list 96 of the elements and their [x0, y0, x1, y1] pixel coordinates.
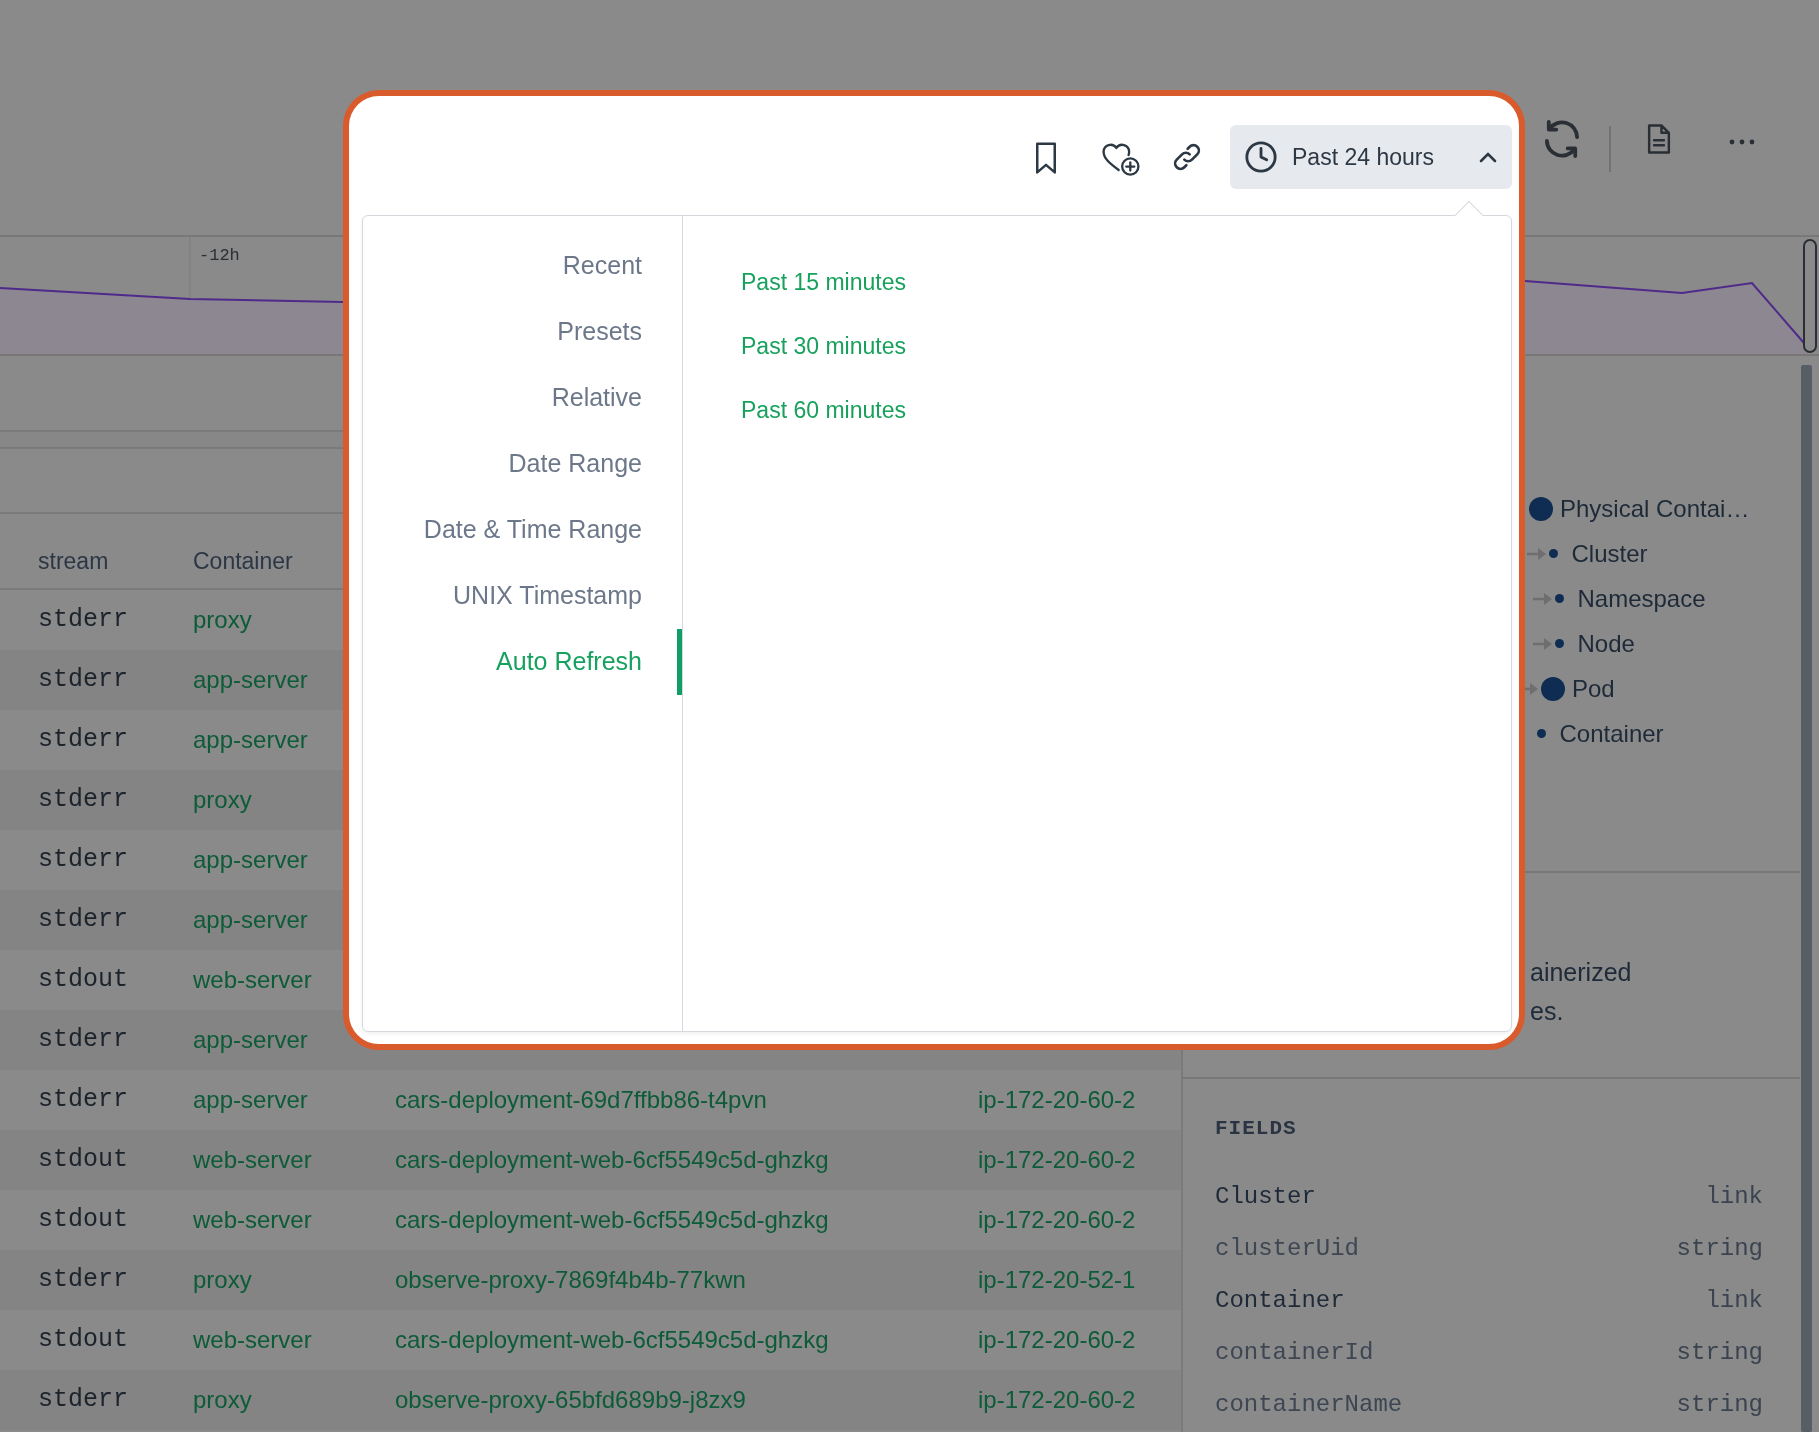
table-cell-link[interactable]: proxy: [193, 606, 252, 633]
table-cell: stderr: [38, 845, 128, 875]
field-name[interactable]: Container: [1215, 1282, 1345, 1319]
column-header[interactable]: Container: [193, 547, 293, 574]
table-cell: stderr: [38, 1025, 128, 1055]
table-cell-link[interactable]: web-server: [193, 1206, 312, 1233]
table-cell: stderr: [38, 605, 128, 635]
arrow-icon: [1532, 591, 1553, 606]
arrow-icon: [1532, 636, 1553, 651]
table-cell-link[interactable]: observe-proxy-65bfd689b9-j8zx9: [395, 1386, 746, 1413]
clock-icon: [1244, 140, 1278, 174]
table-cell-link[interactable]: app-server: [193, 1086, 308, 1113]
menu-category-tab[interactable]: Date Range: [363, 431, 682, 497]
more-button[interactable]: [1729, 138, 1755, 146]
time-option-link[interactable]: Past 30 minutes: [741, 314, 906, 378]
table-cell-link[interactable]: web-server: [193, 1326, 312, 1353]
table-cell-link[interactable]: app-server: [193, 726, 308, 753]
table-cell-link[interactable]: cars-deployment-69d7ffbb86-t4pvn: [395, 1086, 767, 1113]
field-name[interactable]: clusterUid: [1215, 1230, 1360, 1267]
table-cell-link[interactable]: app-server: [193, 1026, 308, 1053]
menu-category-tab[interactable]: Relative: [363, 365, 682, 431]
table-cell-link[interactable]: ip-172-20-60-2: [978, 1146, 1136, 1173]
menu-category-tab[interactable]: Date & Time Range: [363, 497, 682, 563]
table-cell-link[interactable]: proxy: [193, 1266, 252, 1293]
table-cell: stderr: [38, 665, 128, 695]
heart-plus-icon: [1101, 141, 1141, 177]
refresh-icon: [1545, 120, 1579, 158]
table-cell: stderr: [38, 905, 128, 935]
column-header[interactable]: stream: [38, 547, 109, 574]
table-cell-link[interactable]: proxy: [193, 786, 252, 813]
table-cell-link[interactable]: ip-172-20-60-2: [978, 1206, 1136, 1233]
menu-category-tab[interactable]: Presets: [363, 299, 682, 365]
table-cell: stderr: [38, 1385, 128, 1415]
field-type: link: [1705, 1285, 1763, 1316]
link-button[interactable]: [1171, 141, 1203, 173]
scrollbar-thumb[interactable]: [1801, 365, 1812, 1432]
table-cell-link[interactable]: ip-172-20-60-2: [978, 1386, 1136, 1413]
graph-node-dot[interactable]: [1536, 729, 1546, 738]
graph-node-dot[interactable]: [1541, 676, 1565, 701]
graph-node-dot[interactable]: [1554, 639, 1564, 648]
graph-node-label[interactable]: Pod: [1572, 670, 1615, 707]
table-cell-link[interactable]: app-server: [193, 846, 308, 873]
arrow-icon: [1526, 546, 1547, 561]
table-cell-link[interactable]: web-server: [193, 966, 312, 993]
table-cell-link[interactable]: app-server: [193, 666, 308, 693]
field-name[interactable]: containerName: [1215, 1386, 1403, 1423]
scrollbar-handle[interactable]: [1803, 239, 1817, 353]
ellipsis-icon: [1729, 138, 1755, 146]
field-type: string: [1676, 1233, 1763, 1264]
table-cell: stderr: [38, 1085, 128, 1115]
table-cell-link[interactable]: cars-deployment-web-6cf5549c5d-ghzkg: [395, 1206, 829, 1233]
description-text: ainerized: [1530, 957, 1633, 988]
field-name[interactable]: containerId: [1215, 1334, 1374, 1371]
document-button[interactable]: [1645, 123, 1673, 155]
menu-category-tab[interactable]: Auto Refresh: [363, 629, 682, 695]
document-icon: [1645, 123, 1673, 155]
field-name[interactable]: Cluster: [1215, 1178, 1316, 1215]
table-cell-link[interactable]: observe-proxy-7869f4b4b-77kwn: [395, 1266, 746, 1293]
table-cell-link[interactable]: ip-172-20-52-1: [978, 1266, 1136, 1293]
table-cell: stderr: [38, 725, 128, 755]
graph-node-dot[interactable]: [1554, 594, 1564, 603]
table-cell: stdout: [38, 1325, 128, 1355]
table-cell: stdout: [38, 1145, 128, 1175]
description-text: es.: [1530, 996, 1565, 1027]
time-range-button[interactable]: Past 24 hours: [1230, 125, 1512, 189]
table-cell-link[interactable]: app-server: [193, 906, 308, 933]
graph-node-label[interactable]: Container: [1559, 715, 1664, 752]
time-option-link[interactable]: Past 60 minutes: [741, 378, 906, 442]
table-cell-link[interactable]: proxy: [193, 1386, 252, 1413]
section-heading: FIELDS: [1215, 1116, 1298, 1142]
graph-node-label[interactable]: Physical Contai…: [1560, 490, 1750, 527]
refresh-button[interactable]: [1545, 120, 1579, 158]
table-cell-link[interactable]: web-server: [193, 1146, 312, 1173]
table-cell: stderr: [38, 1265, 128, 1295]
axis-tick-label: -12h: [199, 245, 240, 267]
graph-node-dot[interactable]: [1548, 549, 1558, 558]
time-option-link[interactable]: Past 15 minutes: [741, 250, 906, 314]
table-cell-link[interactable]: cars-deployment-web-6cf5549c5d-ghzkg: [395, 1326, 829, 1353]
link-icon: [1171, 141, 1203, 173]
table-cell: stdout: [38, 965, 128, 995]
table-cell-link[interactable]: ip-172-20-60-2: [978, 1326, 1136, 1353]
menu-category-tab[interactable]: Recent: [363, 233, 682, 299]
graph-node-label[interactable]: Cluster: [1571, 535, 1648, 572]
graph-node-label[interactable]: Namespace: [1577, 580, 1706, 617]
field-type: string: [1676, 1389, 1763, 1420]
field-type: string: [1676, 1337, 1763, 1368]
table-cell-link[interactable]: ip-172-20-60-2: [978, 1086, 1136, 1113]
favorite-button[interactable]: [1101, 141, 1141, 177]
graph-node-label[interactable]: Node: [1577, 625, 1635, 662]
menu-category-tab[interactable]: UNIX Timestamp: [363, 563, 682, 629]
graph-node-dot[interactable]: [1529, 496, 1553, 521]
chevron-up-icon: [1478, 150, 1498, 164]
table-cell: stdout: [38, 1205, 128, 1235]
table-cell-link[interactable]: cars-deployment-web-6cf5549c5d-ghzkg: [395, 1146, 829, 1173]
field-type: link: [1705, 1181, 1763, 1212]
table-cell: stderr: [38, 785, 128, 815]
